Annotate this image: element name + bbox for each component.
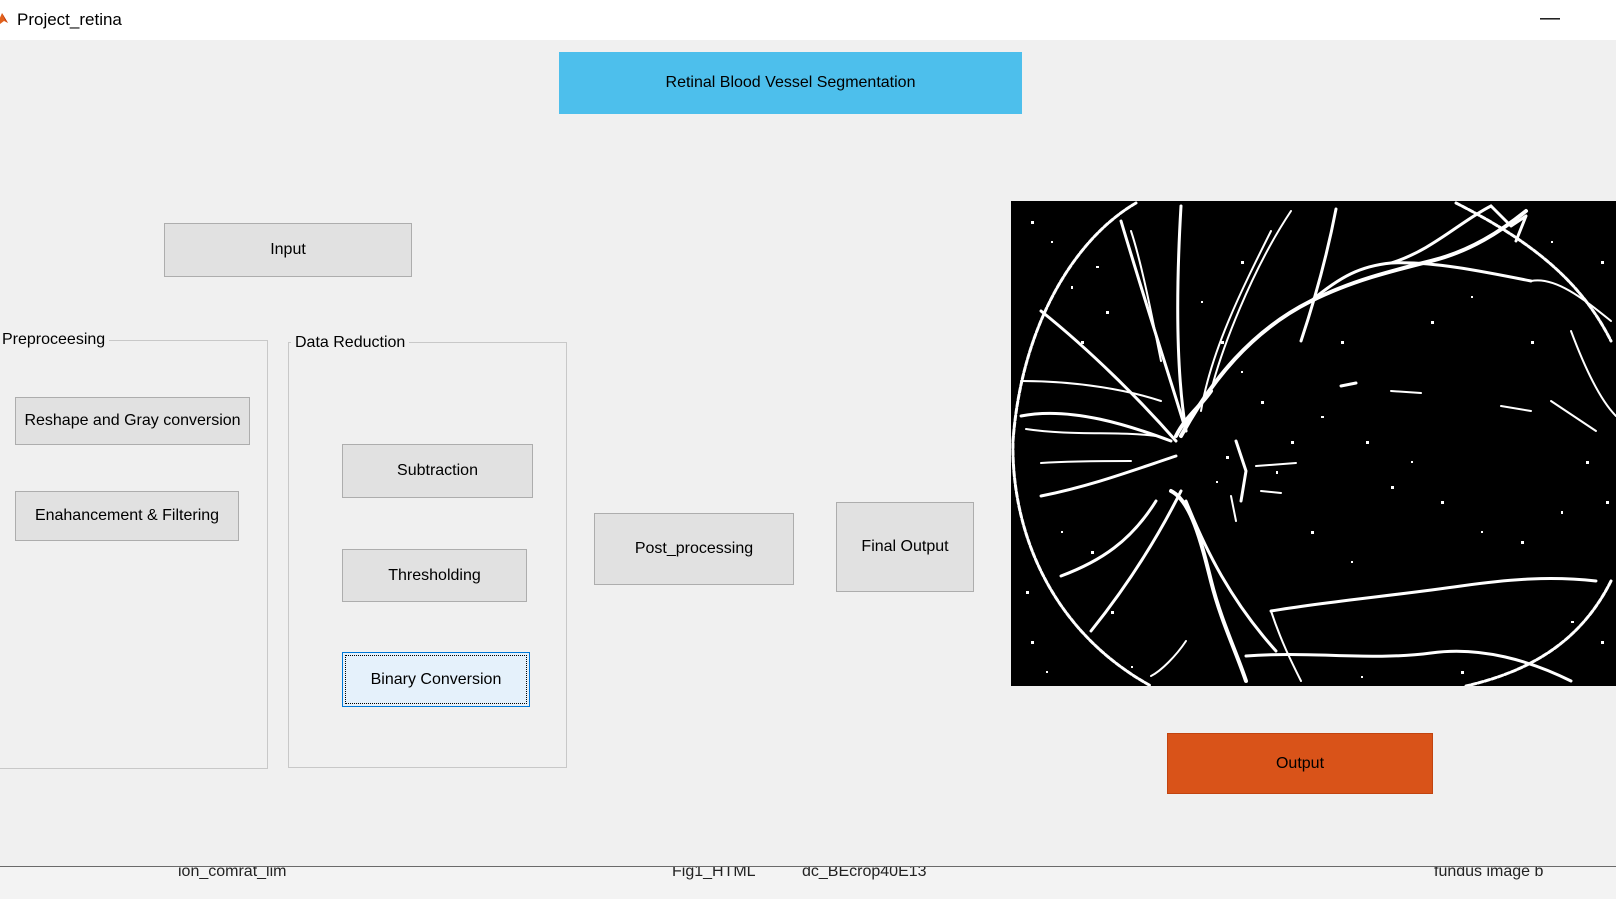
segmented-vessel-image [1011,201,1616,686]
output-button-label: Output [1275,754,1325,772]
vessel-map-graphic [1011,201,1616,686]
header-title-button[interactable]: Retinal Blood Vessel Segmentation [559,52,1022,114]
input-button-label: Input [270,241,306,258]
final-output-button[interactable]: Final Output [836,502,974,592]
binary-conversion-label: Binary Conversion [370,670,502,688]
preprocessing-panel-title: Preproceesing [0,331,110,349]
enhancement-filtering-button[interactable]: Enahancement & Filtering [15,491,239,541]
final-output-label: Final Output [861,538,949,555]
subtraction-button[interactable]: Subtraction [342,444,533,498]
reshape-gray-label: Reshape and Gray conversion [24,412,241,429]
footer-item[interactable]: dc_BEcrop40E13 [802,867,927,881]
reshape-gray-button[interactable]: Reshape and Gray conversion [15,397,250,445]
footer-item[interactable]: ion_comrat_lim [178,867,286,881]
footer-item[interactable]: fundus image b [1434,867,1543,881]
header-title-label: Retinal Blood Vessel Segmentation [665,74,916,91]
window-title: Project_retina [17,10,122,29]
matlab-app-icon [0,13,8,24]
output-button[interactable]: Output [1167,733,1433,794]
binary-conversion-button[interactable]: Binary Conversion [342,652,530,707]
background-window-strip: ion_comrat_lim Fig1_HTML dc_BEcrop40E13 … [0,866,1616,899]
footer-item[interactable]: Fig1_HTML [672,867,756,881]
post-processing-button[interactable]: Post_processing [594,513,794,585]
input-button[interactable]: Input [164,223,412,277]
window-titlebar: Project_retina — [0,0,1616,40]
thresholding-button[interactable]: Thresholding [342,549,527,602]
data-reduction-panel-title: Data Reduction [291,334,410,352]
thresholding-label: Thresholding [388,566,481,584]
post-processing-label: Post_processing [634,540,754,557]
minimize-button[interactable]: — [1538,8,1562,32]
enhancement-filtering-label: Enahancement & Filtering [34,507,220,524]
subtraction-label: Subtraction [397,462,478,479]
